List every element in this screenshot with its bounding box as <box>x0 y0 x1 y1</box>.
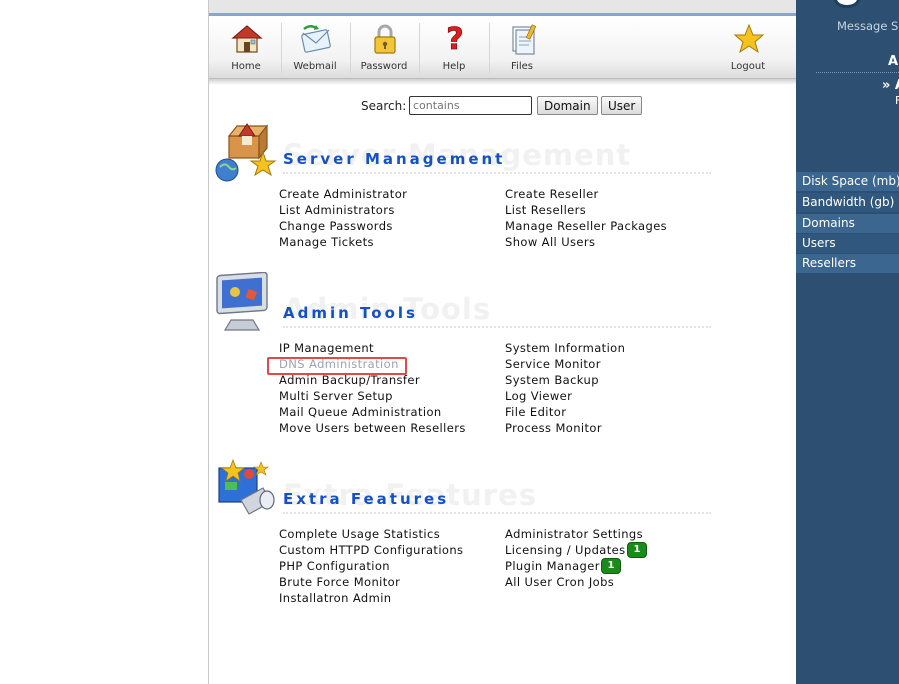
stat-disk-space: Disk Space (mb) <box>796 172 899 191</box>
svg-text:?: ? <box>446 23 463 55</box>
search-user-button[interactable]: User <box>601 96 643 115</box>
service-monitor-link[interactable]: Service Monitor <box>505 357 601 371</box>
change-passwords-link[interactable]: Change Passwords <box>279 219 393 233</box>
extra-features-title: Extra Features <box>283 490 450 508</box>
admin-tools-icon <box>216 272 268 331</box>
manage-tickets-link[interactable]: Manage Tickets <box>279 235 374 249</box>
multi-server-setup-link[interactable]: Multi Server Setup <box>279 389 393 403</box>
manage-reseller-packages-link[interactable]: Manage Reseller Packages <box>505 219 667 233</box>
stat-users: Users <box>796 234 899 253</box>
create-reseller-link[interactable]: Create Reseller <box>505 187 599 201</box>
search-label: Search: <box>361 99 407 113</box>
system-information-link[interactable]: System Information <box>505 341 625 355</box>
custom-httpd-configurations-link[interactable]: Custom HTTPD Configurations <box>279 543 463 557</box>
admin-backup-transfer-link[interactable]: Admin Backup/Transfer <box>279 373 420 387</box>
blank-gutter <box>0 0 208 684</box>
webmail-label: Webmail <box>293 61 337 72</box>
installatron-admin-link[interactable]: Installatron Admin <box>279 591 391 605</box>
section-divider <box>283 326 711 328</box>
home-label: Home <box>231 61 261 72</box>
right-panel: Message S A » A F Disk Space (mb) Bandwi… <box>796 0 899 684</box>
move-users-between-resellers-link[interactable]: Move Users between Resellers <box>279 421 466 435</box>
panel-sub-fragment: F <box>895 94 899 107</box>
panel-heading-fragment: A <box>888 54 899 69</box>
complete-usage-statistics-link[interactable]: Complete Usage Statistics <box>279 527 440 541</box>
logo-icon <box>834 0 860 8</box>
file-editor-link[interactable]: File Editor <box>505 405 566 419</box>
php-configuration-link[interactable]: PHP Configuration <box>279 559 390 573</box>
section-divider <box>283 172 711 174</box>
list-administrators-link[interactable]: List Administrators <box>279 203 395 217</box>
help-icon: ? <box>446 23 464 55</box>
stat-resellers: Resellers <box>796 254 899 273</box>
mail-queue-administration-link[interactable]: Mail Queue Administration <box>279 405 442 419</box>
logout-label: Logout <box>730 61 766 72</box>
show-all-users-link[interactable]: Show All Users <box>505 235 595 249</box>
server-management-title: Server Management <box>283 150 506 168</box>
log-viewer-link[interactable]: Log Viewer <box>505 389 572 403</box>
lock-icon <box>374 24 396 54</box>
list-resellers-link[interactable]: List Resellers <box>505 203 586 217</box>
help-label: Help <box>442 61 466 72</box>
dns-administration-highlight <box>267 357 407 375</box>
toolbar-shadow <box>209 79 797 85</box>
files-button[interactable]: Files <box>489 19 555 77</box>
create-administrator-link[interactable]: Create Administrator <box>279 187 407 201</box>
brute-force-monitor-link[interactable]: Brute Force Monitor <box>279 575 400 589</box>
message-system-link[interactable]: Message S <box>837 19 898 33</box>
panel-divider <box>816 72 899 73</box>
extra-features-icon <box>218 458 275 515</box>
toolbar-divider <box>419 23 420 73</box>
plugin-manager-badge: 1 <box>601 558 621 574</box>
password-button[interactable]: Password <box>351 19 417 77</box>
system-backup-link[interactable]: System Backup <box>505 373 599 387</box>
administrator-settings-link[interactable]: Administrator Settings <box>505 527 643 541</box>
search-input[interactable] <box>409 96 532 115</box>
webmail-button[interactable]: Webmail <box>282 19 348 77</box>
toolbar: Home Webmail Password ? Help Files Logou… <box>209 19 797 79</box>
help-button[interactable]: ? Help <box>421 19 487 77</box>
section-divider <box>283 512 711 514</box>
search-domain-button[interactable]: Domain <box>537 96 598 115</box>
licensing-updates-link[interactable]: Licensing / Updates <box>505 543 626 557</box>
server-management-icon <box>215 123 277 182</box>
webmail-icon <box>301 25 331 53</box>
star-icon <box>733 23 765 54</box>
password-label: Password <box>360 61 408 72</box>
files-icon <box>512 24 537 55</box>
stat-domains: Domains <box>796 214 899 233</box>
main-content: Home Webmail Password ? Help Files Logou… <box>208 0 797 684</box>
admin-tools-title: Admin Tools <box>283 304 418 322</box>
process-monitor-link[interactable]: Process Monitor <box>505 421 602 435</box>
stat-bandwidth: Bandwidth (gb) <box>796 193 899 212</box>
logout-button[interactable]: Logout <box>715 19 781 77</box>
plugin-manager-link[interactable]: Plugin Manager <box>505 559 600 573</box>
licensing-updates-badge: 1 <box>627 542 647 558</box>
files-label: Files <box>511 61 533 72</box>
home-icon <box>231 25 263 53</box>
all-user-cron-jobs-link[interactable]: All User Cron Jobs <box>505 575 614 589</box>
top-accent-bar <box>209 0 797 16</box>
ip-management-link[interactable]: IP Management <box>279 341 374 355</box>
home-button[interactable]: Home <box>213 19 279 77</box>
panel-nav-link[interactable]: » A <box>882 78 899 93</box>
